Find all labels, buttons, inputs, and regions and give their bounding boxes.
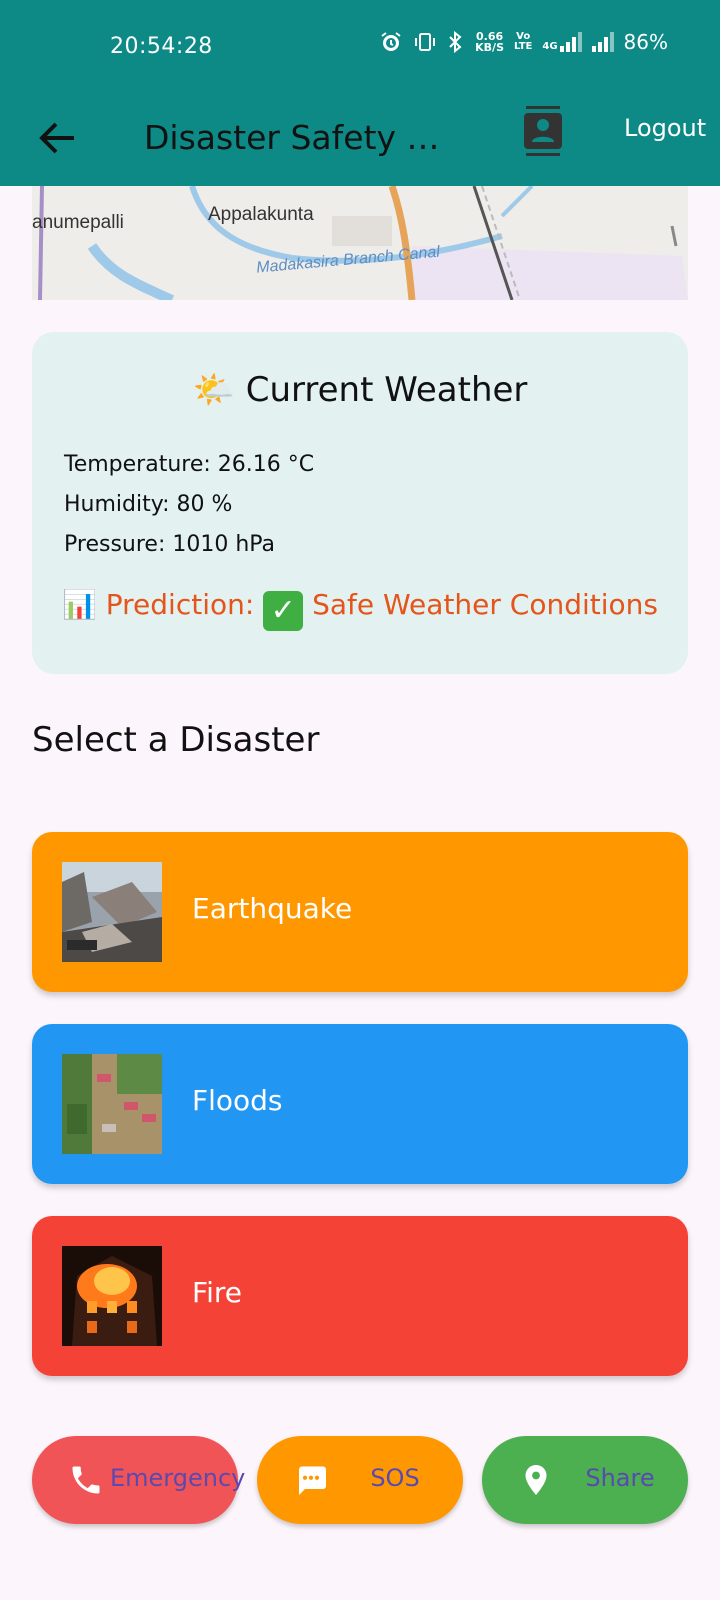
map-label-place-2: Appalakunta [208, 204, 314, 225]
weather-card: 🌤️ Current Weather Temperature: 26.16 °C… [32, 332, 688, 674]
share-label: Share [585, 1464, 655, 1492]
phone-icon [72, 1466, 100, 1494]
contacts-icon[interactable] [522, 104, 564, 160]
alarm-icon [381, 32, 401, 51]
vibrate-icon [415, 33, 436, 51]
disaster-label-fire: Fire [192, 1276, 242, 1309]
temperature-text: Temperature: 26.16 °C [64, 452, 315, 477]
sun-cloud-icon: 🌤️ [192, 370, 235, 410]
bluetooth-icon [449, 30, 462, 54]
net-speed-unit: KB/S [475, 41, 504, 54]
bar-chart-icon: 📊 [61, 588, 97, 621]
prediction-value: Safe Weather Conditions [312, 588, 659, 621]
volte-bottom: LTE [514, 41, 533, 52]
logout-button[interactable]: Logout [624, 114, 706, 142]
floods-image [62, 1054, 162, 1154]
disaster-card-floods[interactable]: Floods [32, 1024, 688, 1184]
status-icons: 0.66 KB/S Vo LTE 4G 86% [379, 30, 668, 54]
status-time: 20:54:28 [110, 34, 213, 59]
emergency-button[interactable]: Emergency [32, 1436, 246, 1524]
share-button[interactable]: Share [482, 1436, 688, 1524]
app-bar: Disaster Safety Management Logout [0, 94, 720, 186]
sos-button[interactable]: SOS [257, 1436, 463, 1524]
signal-icon [591, 32, 614, 52]
network-type: 4G [542, 41, 558, 52]
back-arrow-icon[interactable] [38, 116, 78, 160]
volte-indicator: Vo LTE [514, 32, 532, 52]
sos-label: SOS [370, 1464, 420, 1492]
weather-title-text: Current Weather [245, 370, 528, 410]
location-pin-icon [525, 1465, 547, 1495]
net-speed: 0.66 KB/S [475, 31, 504, 53]
prediction-label: Prediction: [105, 588, 255, 621]
battery-level: 86% [623, 30, 668, 54]
message-icon [299, 1466, 326, 1495]
disaster-label-earthquake: Earthquake [192, 892, 353, 925]
signal-4g-icon: 4G [542, 32, 582, 52]
weather-title: 🌤️ Current Weather [32, 370, 688, 410]
section-title: Select a Disaster [32, 720, 320, 760]
map-view[interactable]: anumepalli Appalakunta Madakasira Branch… [32, 186, 688, 300]
earthquake-image [62, 862, 162, 962]
map-label-place-1: anumepalli [32, 212, 124, 233]
humidity-text: Humidity: 80 % [64, 492, 233, 517]
pressure-text: Pressure: 1010 hPa [64, 532, 276, 557]
fire-image [62, 1246, 162, 1346]
status-bar: 20:54:28 0.66 KB/S Vo LTE 4G 86% [0, 0, 720, 94]
prediction: 📊 Prediction: ✓ Safe Weather Conditions [32, 588, 688, 631]
check-mark-icon: ✓ [263, 591, 304, 631]
app-title: Disaster Safety Management [144, 118, 464, 157]
disaster-label-floods: Floods [192, 1084, 283, 1117]
disaster-card-earthquake[interactable]: Earthquake [32, 832, 688, 992]
disaster-card-fire[interactable]: Fire [32, 1216, 688, 1376]
emergency-label: Emergency [110, 1464, 246, 1492]
map-tiles: anumepalli Appalakunta Madakasira Branch… [32, 186, 688, 300]
